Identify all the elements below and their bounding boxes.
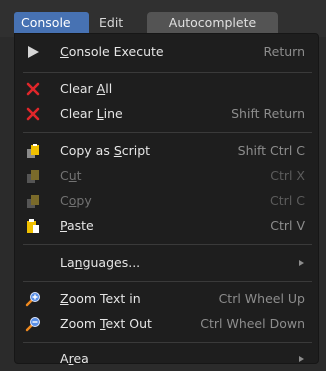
- tab-autocomplete[interactable]: Autocomplete: [147, 12, 278, 33]
- menu-item-label: Copy: [60, 193, 92, 208]
- menu-item-label: Console Execute: [60, 44, 164, 59]
- submenu-arrow-icon: [299, 356, 304, 362]
- x-icon: [26, 107, 40, 121]
- menu-item-label: Languages...: [60, 255, 141, 270]
- menu-item-area[interactable]: Area: [15, 347, 318, 371]
- zoom-in-icon: [25, 292, 40, 307]
- menu-separator: [23, 342, 312, 343]
- menu-item-label: Paste: [60, 218, 94, 233]
- x-icon: [26, 82, 40, 96]
- menu-item-label: Clear All: [60, 81, 113, 96]
- paste-icon: [27, 219, 39, 233]
- menu-item-zoom-text-out[interactable]: Zoom Text Out Ctrl Wheel Down: [15, 312, 318, 336]
- cut-icon: [27, 170, 39, 183]
- console-dropdown-menu: Console Execute Return Clear All Clear L…: [14, 33, 319, 366]
- menu-item-shortcut: Return: [263, 44, 305, 59]
- menu-item-shortcut: Ctrl Wheel Up: [218, 291, 305, 306]
- menu-item-clear-all[interactable]: Clear All: [15, 77, 318, 101]
- menu-item-shortcut: Shift Return: [231, 106, 305, 121]
- tab-edit[interactable]: Edit: [92, 12, 138, 33]
- menu-item-console-execute[interactable]: Console Execute Return: [15, 40, 318, 64]
- menu-separator: [23, 244, 312, 245]
- menu-item-label: Clear Line: [60, 106, 123, 121]
- menu-item-label: Area: [60, 351, 89, 366]
- menu-item-languages[interactable]: Languages...: [15, 251, 318, 275]
- menu-item-shortcut: Ctrl X: [270, 168, 305, 183]
- menu-item-copy[interactable]: Copy Ctrl C: [15, 189, 318, 213]
- menu-item-label: Copy as Script: [60, 143, 151, 158]
- menu-item-zoom-text-in[interactable]: Zoom Text in Ctrl Wheel Up: [15, 287, 318, 311]
- menu-item-shortcut: Ctrl V: [270, 218, 305, 233]
- menu-separator: [23, 281, 312, 282]
- menu-item-shortcut: Shift Ctrl C: [237, 143, 305, 158]
- menu-item-clear-line[interactable]: Clear Line Shift Return: [15, 102, 318, 126]
- menu-item-label: Zoom Text in: [60, 291, 141, 306]
- copy-icon: [27, 195, 39, 208]
- menu-item-copy-as-script[interactable]: Copy as Script Shift Ctrl C: [15, 139, 318, 163]
- submenu-arrow-icon: [299, 260, 304, 266]
- zoom-out-icon: [25, 317, 40, 332]
- menu-separator: [23, 72, 312, 73]
- menu-item-label: Cut: [60, 168, 82, 183]
- menu-separator: [23, 132, 312, 133]
- copy-icon: [27, 144, 39, 158]
- menu-item-paste[interactable]: Paste Ctrl V: [15, 214, 318, 238]
- header-bar: Console Edit Autocomplete: [0, 0, 326, 37]
- menu-item-shortcut: Ctrl C: [270, 193, 305, 208]
- menu-item-cut[interactable]: Cut Ctrl X: [15, 164, 318, 188]
- play-icon: [28, 46, 39, 58]
- menu-item-label: Zoom Text Out: [60, 316, 152, 331]
- tab-console[interactable]: Console: [14, 12, 89, 33]
- menu-item-shortcut: Ctrl Wheel Down: [200, 316, 305, 331]
